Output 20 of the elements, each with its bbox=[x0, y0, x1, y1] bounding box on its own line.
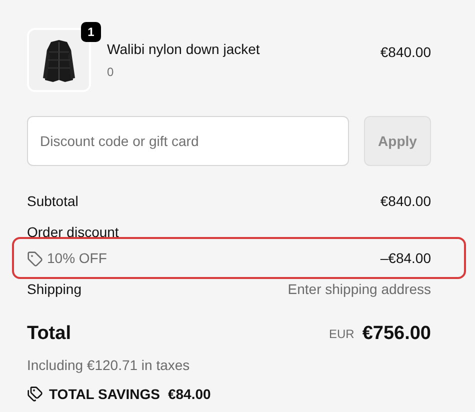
total-savings-label: TOTAL SAVINGS bbox=[49, 384, 160, 404]
shipping-label: Shipping bbox=[27, 280, 82, 299]
discount-code-field[interactable]: Discount code or gift card bbox=[27, 116, 349, 166]
tag-icon bbox=[27, 250, 43, 266]
discount-code-label: 10% OFF bbox=[47, 249, 107, 268]
quantity-badge: 1 bbox=[81, 22, 101, 42]
order-discount-label: Order discount bbox=[27, 224, 119, 240]
total-amount: €756.00 bbox=[362, 322, 431, 346]
shipping-note: Enter shipping address bbox=[288, 280, 431, 299]
product-name: Walibi nylon down jacket bbox=[107, 40, 261, 59]
tags-icon bbox=[27, 386, 43, 402]
taxes-note: Including €120.71 in taxes bbox=[27, 356, 190, 372]
subtotal-amount: €840.00 bbox=[380, 192, 431, 211]
discount-amount: –€84.00 bbox=[380, 249, 431, 268]
subtotal-label: Subtotal bbox=[27, 192, 78, 211]
currency-code: EUR bbox=[328, 326, 354, 344]
total-label: Total bbox=[27, 322, 71, 346]
total-savings-amount: €84.00 bbox=[168, 384, 211, 404]
product-price: €840.00 bbox=[380, 42, 431, 62]
product-variant: 0 bbox=[107, 64, 115, 81]
